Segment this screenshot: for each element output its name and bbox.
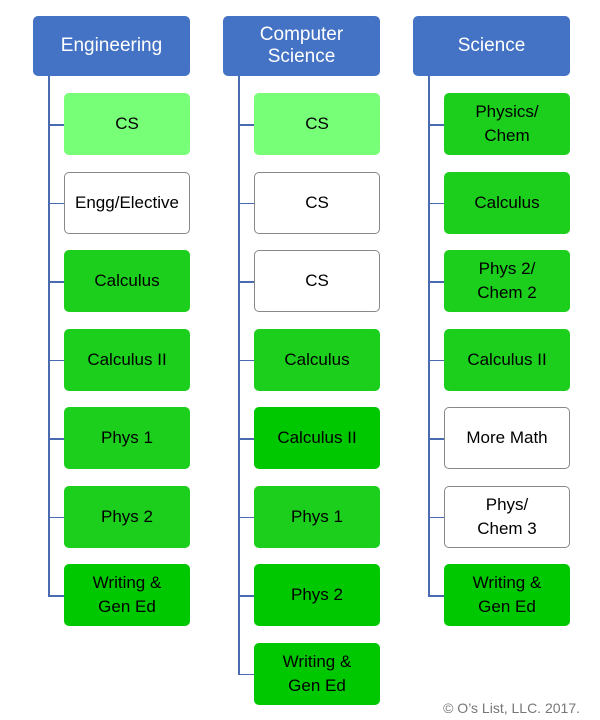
column-header: Computer Science xyxy=(223,16,380,76)
course-box: CS xyxy=(64,93,190,155)
course-box: Calculus xyxy=(444,171,570,234)
course-box: Calculus II xyxy=(64,328,190,391)
connector-line xyxy=(238,76,240,674)
course-box: CS xyxy=(254,93,380,155)
course-box: Phys 2 xyxy=(254,564,380,626)
course-box: Calculus II xyxy=(254,407,380,469)
course-box: Phys 2 xyxy=(64,485,190,548)
course-box: Phys 2/ Chem 2 xyxy=(444,250,570,312)
column-header: Engineering xyxy=(33,16,190,76)
course-box: Phys/ Chem 3 xyxy=(444,485,570,548)
course-box: Phys 1 xyxy=(254,485,380,548)
course-box: Calculus xyxy=(254,328,380,391)
copyright-notice: © O’s List, LLC. 2017. xyxy=(443,700,580,716)
course-box: Engg/Elective xyxy=(64,171,190,234)
course-box: Writing & Gen Ed xyxy=(64,564,190,626)
column-header: Science xyxy=(413,16,570,76)
course-box: CS xyxy=(254,250,380,312)
course-box: Writing & Gen Ed xyxy=(254,642,380,705)
course-box: Writing & Gen Ed xyxy=(444,564,570,626)
course-box: Physics/ Chem xyxy=(444,93,570,155)
course-box: Calculus xyxy=(64,250,190,312)
course-box: Phys 1 xyxy=(64,407,190,469)
course-box: Calculus II xyxy=(444,328,570,391)
course-box: CS xyxy=(254,171,380,234)
course-box: More Math xyxy=(444,407,570,469)
